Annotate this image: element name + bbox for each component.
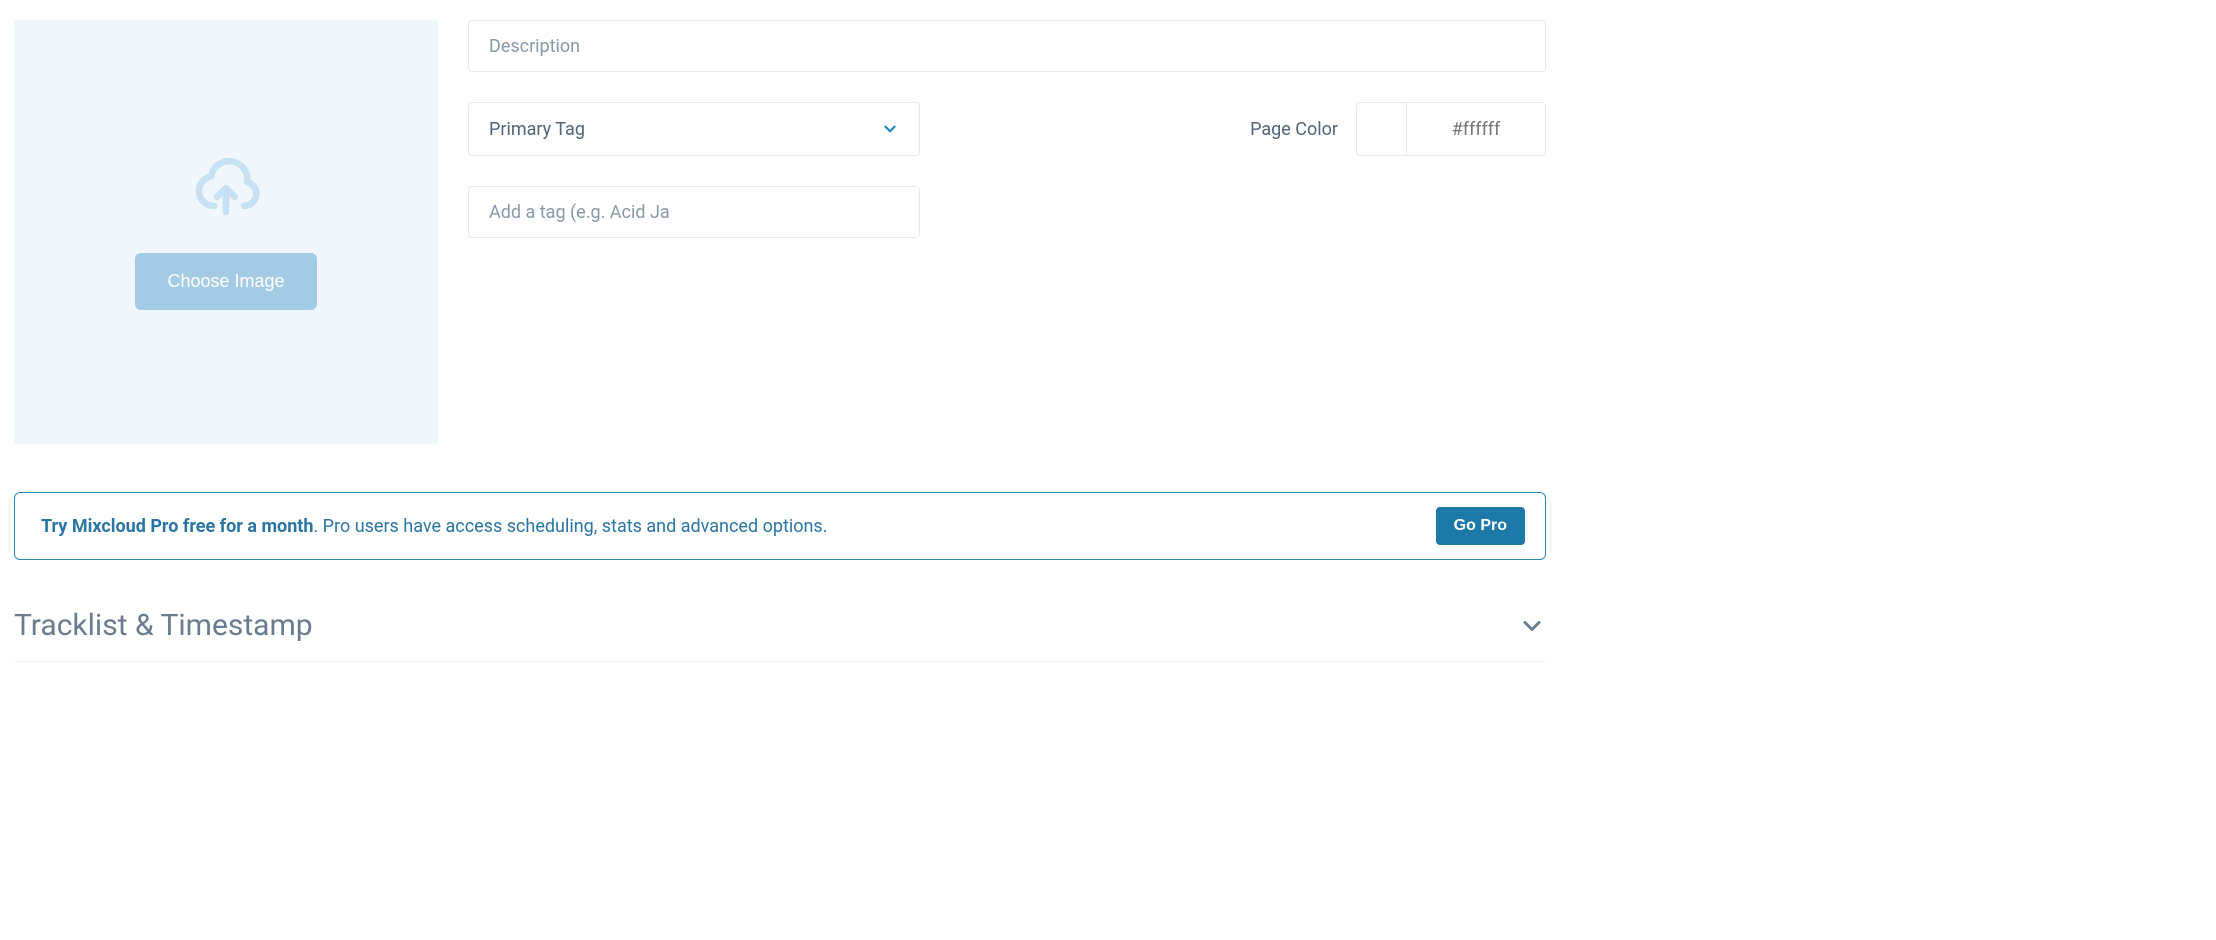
page-color-group: Page Color [1250, 102, 1546, 156]
promo-text: Try Mixcloud Pro free for a month. Pro u… [41, 516, 827, 537]
pro-promo-banner: Try Mixcloud Pro free for a month. Pro u… [14, 492, 1546, 560]
color-swatch[interactable] [1356, 102, 1406, 156]
section-title: Tracklist & Timestamp [14, 608, 313, 643]
cloud-upload-icon [190, 155, 262, 227]
form-column: Primary Tag Page Color [468, 20, 1546, 444]
upload-and-form-row: Choose Image Primary Tag Page Color [14, 20, 1546, 444]
page-color-inputs [1356, 102, 1546, 156]
go-pro-button[interactable]: Go Pro [1436, 507, 1525, 545]
chevron-down-icon [1518, 612, 1546, 640]
description-input[interactable] [468, 20, 1546, 72]
tracklist-section-toggle[interactable]: Tracklist & Timestamp [14, 608, 1546, 662]
tag-and-color-row: Primary Tag Page Color [468, 102, 1546, 156]
primary-tag-label: Primary Tag [489, 119, 585, 140]
promo-bold: Try Mixcloud Pro free for a month [41, 516, 313, 537]
choose-image-button[interactable]: Choose Image [135, 253, 316, 310]
image-upload-box[interactable]: Choose Image [14, 20, 438, 444]
page-color-label: Page Color [1250, 119, 1338, 140]
color-hex-input[interactable] [1406, 102, 1546, 156]
primary-tag-select[interactable]: Primary Tag [468, 102, 920, 156]
add-tag-input[interactable] [468, 186, 920, 238]
promo-rest: . Pro users have access scheduling, stat… [313, 516, 827, 537]
chevron-down-icon [881, 120, 899, 138]
